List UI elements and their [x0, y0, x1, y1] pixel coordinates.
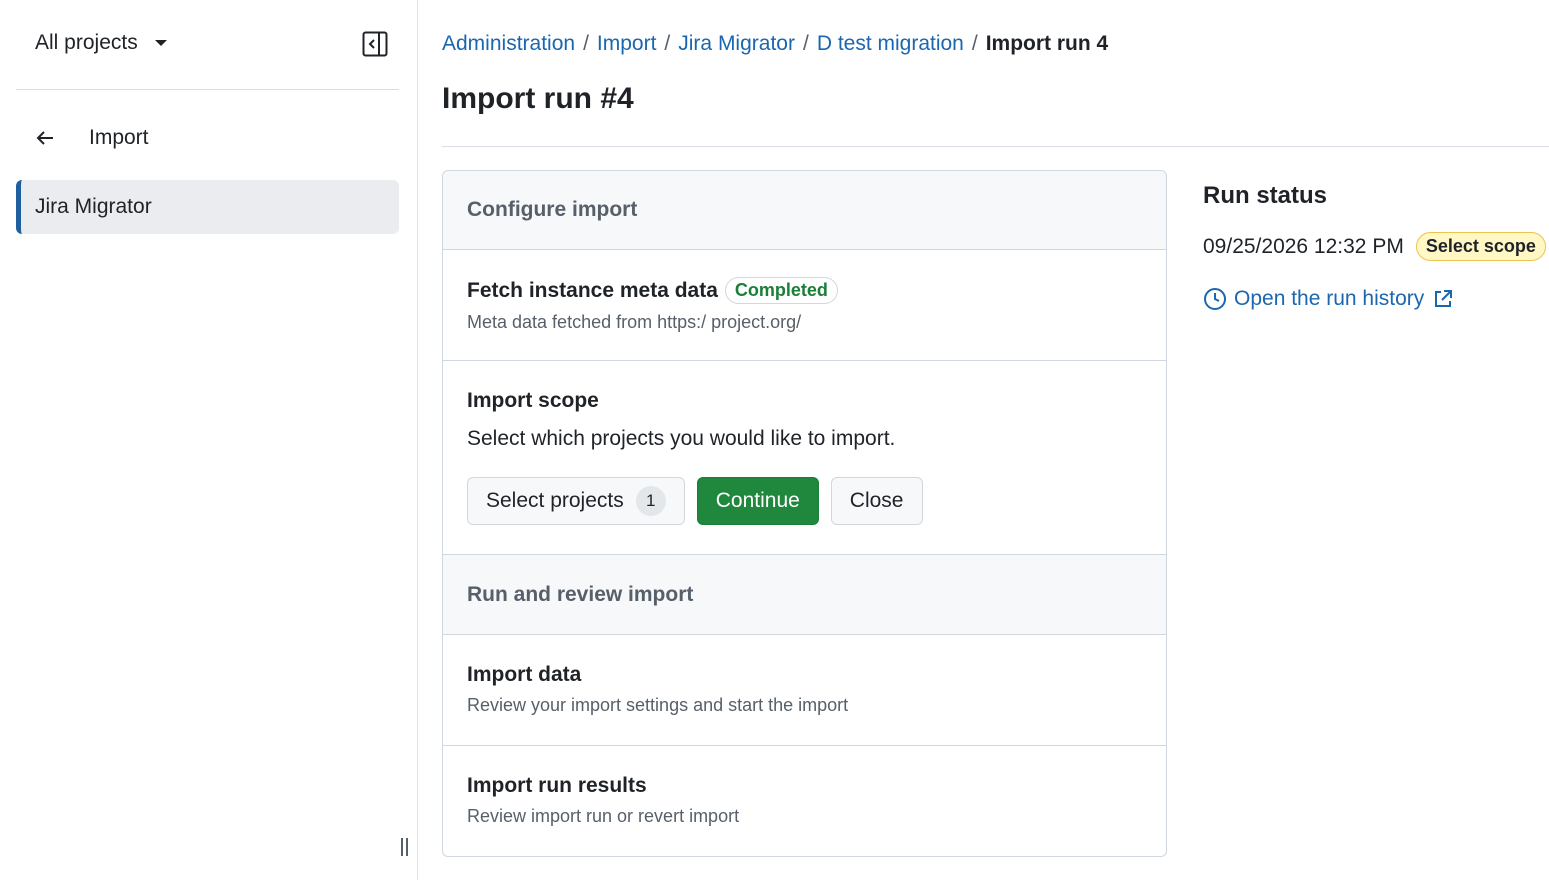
external-link-icon [1435, 290, 1453, 307]
import-scope-title: Import scope [467, 389, 599, 412]
title-divider [442, 146, 1549, 147]
import-data-subtitle: Review your import settings and start th… [467, 695, 849, 715]
close-button[interactable]: Close [830, 477, 923, 525]
back-label: Import [89, 126, 149, 149]
import-data-title: Import data [467, 663, 582, 686]
sidebar: All projects Import Jira Migrator [0, 0, 418, 880]
sidebar-collapse-icon [362, 31, 388, 57]
select-projects-button[interactable]: Select projects 1 [467, 477, 685, 525]
breadcrumb-jira-migrator[interactable]: Jira Migrator [678, 32, 795, 56]
breadcrumb: Administration / Import / Jira Migrator … [442, 32, 1108, 56]
breadcrumb-administration[interactable]: Administration [442, 32, 575, 56]
run-review-heading-text: Run and review import [467, 582, 694, 606]
breadcrumb-d-test-migration[interactable]: D test migration [817, 32, 964, 56]
open-run-history-label: Open the run history [1234, 287, 1425, 310]
page-title: Import run #4 [442, 82, 634, 115]
import-results-title: Import run results [467, 774, 647, 797]
fetch-metadata-step: Fetch instance meta data Completed Meta … [443, 250, 1166, 361]
breadcrumb-separator: / [971, 32, 978, 55]
sidebar-item-jira-migrator[interactable]: Jira Migrator [16, 180, 399, 234]
run-status-line: 09/25/2026 12:32 PM Select scope [1203, 232, 1546, 261]
scope-actions: Select projects 1 Continue Close [467, 477, 1166, 525]
select-projects-label: Select projects [486, 489, 624, 512]
clock-icon [1204, 288, 1226, 310]
back-to-import-link[interactable]: Import [35, 126, 149, 150]
resize-grip-line [401, 838, 403, 856]
sidebar-item-label: Jira Migrator [35, 195, 152, 218]
breadcrumb-current: Import run 4 [985, 32, 1109, 55]
configure-import-heading-text: Configure import [467, 198, 638, 221]
breadcrumb-separator: / [802, 32, 809, 55]
breadcrumb-separator: / [664, 32, 671, 55]
continue-button[interactable]: Continue [696, 477, 819, 525]
configure-import-heading: Configure import [443, 171, 1166, 250]
import-data-step: Import data Review your import settings … [443, 635, 1166, 746]
import-scope-description: Select which projects you would like to … [467, 427, 896, 450]
open-run-history-link[interactable]: Open the run history [1203, 287, 1453, 311]
run-status-badge: Select scope [1415, 232, 1546, 261]
run-review-heading: Run and review import [443, 555, 1166, 635]
sidebar-divider [16, 89, 399, 90]
fetch-metadata-title: Fetch instance meta data [467, 278, 718, 302]
project-selector-label: All projects [35, 31, 138, 54]
sidebar-resize-handle[interactable] [401, 838, 411, 858]
import-results-subtitle: Review import run or revert import [467, 806, 740, 826]
chevron-down-icon [154, 40, 167, 46]
completed-status-label: Completed [724, 277, 838, 304]
run-status-title: Run status [1203, 182, 1328, 209]
project-selector[interactable]: All projects [35, 31, 167, 55]
run-timestamp: 09/25/2026 12:32 PM [1203, 234, 1404, 258]
import-results-step: Import run results Review import run or … [443, 746, 1166, 856]
selected-count-badge: 1 [635, 486, 666, 516]
breadcrumb-separator: / [583, 32, 589, 55]
import-scope-step: Import scope Select which projects you w… [443, 361, 1166, 555]
breadcrumb-import[interactable]: Import [597, 32, 657, 56]
fetch-metadata-subtitle: Meta data fetched from https:/ project.o… [467, 312, 802, 332]
collapse-sidebar-button[interactable] [362, 31, 388, 57]
import-steps-panel: Configure import Fetch instance meta dat… [442, 170, 1167, 857]
arrow-left-icon [36, 131, 53, 145]
resize-grip-line [406, 838, 408, 856]
